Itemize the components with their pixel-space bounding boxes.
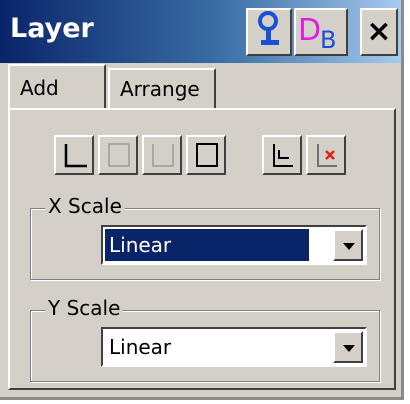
y-scale-select[interactable]: Linear bbox=[101, 327, 367, 367]
pin-button[interactable] bbox=[246, 8, 292, 56]
x-scale-label: X Scale bbox=[45, 194, 125, 218]
svg-text:B: B bbox=[320, 26, 336, 50]
db-icon: D B bbox=[298, 10, 344, 54]
svg-text:D: D bbox=[298, 13, 321, 48]
add-box-axes-button[interactable] bbox=[186, 135, 226, 175]
y-scale-value: Linear bbox=[109, 335, 172, 359]
title-bar[interactable]: Layer D B × bbox=[0, 0, 401, 63]
close-icon: × bbox=[366, 14, 392, 49]
x-scale-group: X Scale Linear bbox=[30, 194, 380, 280]
x-scale-dropdown-icon[interactable] bbox=[333, 229, 363, 261]
remove-layer-button[interactable] bbox=[306, 135, 346, 175]
add-linked-layer-button[interactable] bbox=[262, 135, 302, 175]
tab-add[interactable]: Add bbox=[8, 64, 106, 110]
y-scale-dropdown-icon[interactable] bbox=[333, 331, 363, 363]
tab-strip: Add Arrange bbox=[8, 64, 400, 110]
layer-panel: Layer D B × Add Arrange X Scale Linear Y… bbox=[0, 0, 404, 400]
y-scale-label: Y Scale bbox=[45, 296, 124, 320]
database-button[interactable]: D B bbox=[294, 8, 348, 56]
y-scale-group: Y Scale Linear bbox=[30, 296, 380, 382]
add-bottom-right-axes-button[interactable] bbox=[98, 135, 138, 175]
tab-arrange[interactable]: Arrange bbox=[108, 68, 216, 108]
x-scale-value: Linear bbox=[105, 229, 309, 261]
x-scale-select[interactable]: Linear bbox=[101, 225, 367, 265]
add-bottom-left-axes-button[interactable] bbox=[54, 135, 94, 175]
close-button[interactable]: × bbox=[360, 8, 398, 56]
pin-icon bbox=[252, 10, 286, 54]
add-top-right-axes-button[interactable] bbox=[142, 135, 182, 175]
panel-title: Layer bbox=[10, 13, 94, 44]
tab-add-label: Add bbox=[20, 76, 59, 100]
tab-arrange-label: Arrange bbox=[120, 77, 200, 101]
